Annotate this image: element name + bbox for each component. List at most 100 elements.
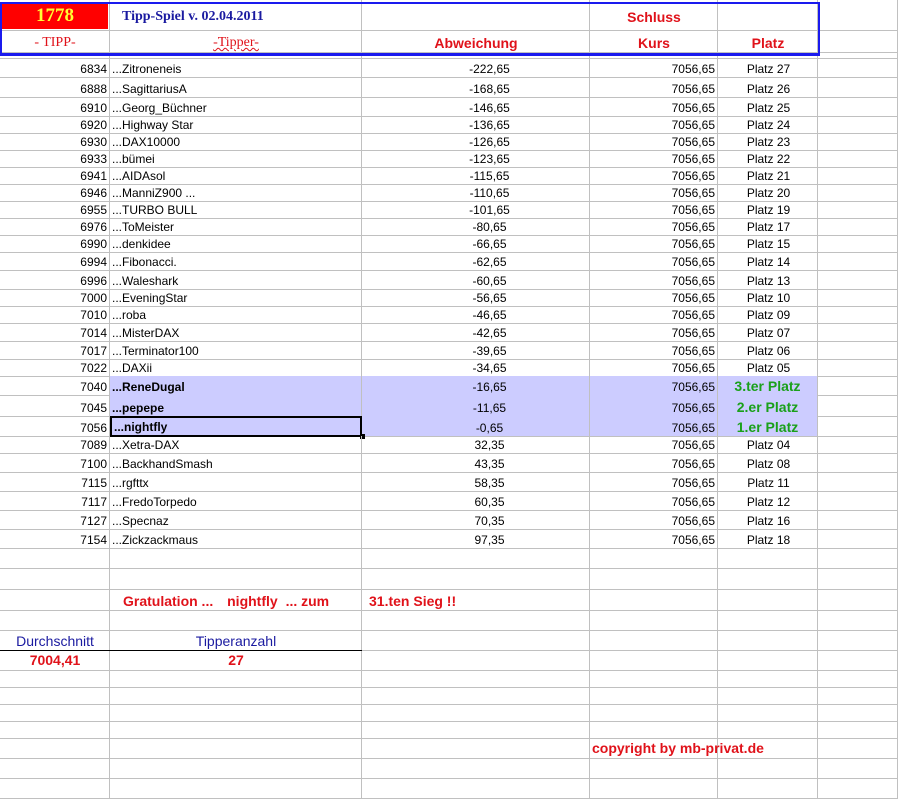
rank-cell[interactable]: Platz 25 xyxy=(718,97,818,117)
closing-price-cell[interactable]: 7056,65 xyxy=(590,252,718,271)
rank-cell[interactable]: Platz 20 xyxy=(718,184,818,202)
tipper-name-cell[interactable]: ...TURBO BULL xyxy=(110,201,362,219)
rank-cell[interactable]: Platz 19 xyxy=(718,201,818,219)
deviation-cell[interactable]: -46,65 xyxy=(362,306,590,324)
tipp-cell[interactable]: 7154 xyxy=(0,529,110,549)
tipp-cell[interactable]: 7022 xyxy=(0,359,110,377)
deviation-cell[interactable]: -80,65 xyxy=(362,218,590,236)
closing-price-cell[interactable]: 7056,65 xyxy=(590,376,718,396)
tipper-name-cell[interactable]: ...Terminator100 xyxy=(110,341,362,360)
closing-price-cell[interactable]: 7056,65 xyxy=(590,323,718,342)
tipp-cell[interactable]: 6955 xyxy=(0,201,110,219)
rank-cell[interactable]: Platz 24 xyxy=(718,116,818,134)
deviation-cell[interactable]: 43,35 xyxy=(362,453,590,473)
deviation-cell[interactable]: -168,65 xyxy=(362,77,590,98)
closing-price-cell[interactable]: 7056,65 xyxy=(590,133,718,151)
closing-price-cell[interactable]: 7056,65 xyxy=(590,510,718,530)
rank-cell[interactable]: Platz 09 xyxy=(718,306,818,324)
tipper-name-cell[interactable]: ...Specnaz xyxy=(110,510,362,530)
tipper-name-cell[interactable]: ...Zitroneneis xyxy=(110,58,362,78)
deviation-cell[interactable]: -101,65 xyxy=(362,201,590,219)
rank-cell[interactable]: Platz 27 xyxy=(718,58,818,78)
tipper-name-cell[interactable]: ...DAX10000 xyxy=(110,133,362,151)
closing-price-cell[interactable]: 7056,65 xyxy=(590,167,718,185)
tipp-cell[interactable]: 7040 xyxy=(0,376,110,396)
tipp-cell[interactable]: 6996 xyxy=(0,270,110,290)
tipper-name-cell[interactable]: ...Waleshark xyxy=(110,270,362,290)
tipp-cell[interactable]: 7089 xyxy=(0,436,110,454)
tipp-cell[interactable]: 7014 xyxy=(0,323,110,342)
rank-cell[interactable]: Platz 21 xyxy=(718,167,818,185)
tipp-cell[interactable]: 7017 xyxy=(0,341,110,360)
closing-price-cell[interactable]: 7056,65 xyxy=(590,395,718,417)
tipp-cell[interactable]: 7045 xyxy=(0,395,110,417)
deviation-cell[interactable]: -0,65 xyxy=(362,416,590,437)
closing-price-cell[interactable]: 7056,65 xyxy=(590,270,718,290)
closing-price-cell[interactable]: 7056,65 xyxy=(590,306,718,324)
rank-cell[interactable]: Platz 16 xyxy=(718,510,818,530)
deviation-cell[interactable]: -126,65 xyxy=(362,133,590,151)
rank-cell[interactable]: Platz 13 xyxy=(718,270,818,290)
tipp-cell[interactable]: 7000 xyxy=(0,289,110,307)
tipper-name-cell[interactable]: ...Zickzackmaus xyxy=(110,529,362,549)
tipper-name-cell[interactable]: ...DAXii xyxy=(110,359,362,377)
tipper-name-cell[interactable]: ...roba xyxy=(110,306,362,324)
deviation-cell[interactable]: -11,65 xyxy=(362,395,590,417)
closing-price-cell[interactable]: 7056,65 xyxy=(590,116,718,134)
deviation-cell[interactable]: -110,65 xyxy=(362,184,590,202)
closing-price-cell[interactable]: 7056,65 xyxy=(590,491,718,511)
rank-cell[interactable]: Platz 18 xyxy=(718,529,818,549)
tipper-name-cell[interactable]: ...Xetra-DAX xyxy=(110,436,362,454)
deviation-cell[interactable]: -42,65 xyxy=(362,323,590,342)
closing-price-cell[interactable]: 7056,65 xyxy=(590,201,718,219)
tipp-cell[interactable]: 6910 xyxy=(0,97,110,117)
tipp-cell[interactable]: 6941 xyxy=(0,167,110,185)
deviation-cell[interactable]: -16,65 xyxy=(362,376,590,396)
rank-cell[interactable]: Platz 17 xyxy=(718,218,818,236)
tipper-name-cell[interactable]: ...ToMeister xyxy=(110,218,362,236)
closing-price-cell[interactable]: 7056,65 xyxy=(590,341,718,360)
tipper-name-cell[interactable]: ...SagittariusA xyxy=(110,77,362,98)
tipper-name-cell[interactable]: ...nightfly xyxy=(110,416,362,437)
tipp-cell[interactable]: 6888 xyxy=(0,77,110,98)
tipp-cell[interactable]: 7115 xyxy=(0,472,110,492)
rank-cell[interactable]: Platz 08 xyxy=(718,453,818,473)
tipper-name-cell[interactable]: ...denkidee xyxy=(110,235,362,253)
tipp-cell[interactable]: 7127 xyxy=(0,510,110,530)
deviation-cell[interactable]: -34,65 xyxy=(362,359,590,377)
rank-cell[interactable]: Platz 11 xyxy=(718,472,818,492)
tipp-cell[interactable]: 6946 xyxy=(0,184,110,202)
closing-price-cell[interactable]: 7056,65 xyxy=(590,359,718,377)
deviation-cell[interactable]: 97,35 xyxy=(362,529,590,549)
rank-cell[interactable]: Platz 12 xyxy=(718,491,818,511)
deviation-cell[interactable]: 60,35 xyxy=(362,491,590,511)
rank-cell[interactable]: 1.er Platz xyxy=(718,416,818,437)
rank-cell[interactable]: Platz 23 xyxy=(718,133,818,151)
closing-price-cell[interactable]: 7056,65 xyxy=(590,150,718,168)
closing-price-cell[interactable]: 7056,65 xyxy=(590,58,718,78)
closing-price-cell[interactable]: 7056,65 xyxy=(590,289,718,307)
tipper-name-cell[interactable]: ...pepepe xyxy=(110,395,362,417)
rank-cell[interactable]: Platz 10 xyxy=(718,289,818,307)
tipper-name-cell[interactable]: ...EveningStar xyxy=(110,289,362,307)
rank-cell[interactable]: Platz 07 xyxy=(718,323,818,342)
deviation-cell[interactable]: -66,65 xyxy=(362,235,590,253)
tipper-name-cell[interactable]: ...BackhandSmash xyxy=(110,453,362,473)
tipp-cell[interactable]: 7117 xyxy=(0,491,110,511)
deviation-cell[interactable]: 32,35 xyxy=(362,436,590,454)
deviation-cell[interactable]: -136,65 xyxy=(362,116,590,134)
closing-price-cell[interactable]: 7056,65 xyxy=(590,529,718,549)
deviation-cell[interactable]: -62,65 xyxy=(362,252,590,271)
rank-cell[interactable]: 2.er Platz xyxy=(718,395,818,417)
rank-cell[interactable]: Platz 05 xyxy=(718,359,818,377)
rank-cell[interactable]: Platz 06 xyxy=(718,341,818,360)
tipper-name-cell[interactable]: ...ManniZ900 ... xyxy=(110,184,362,202)
tipper-name-cell[interactable]: ...Highway Star xyxy=(110,116,362,134)
closing-price-cell[interactable]: 7056,65 xyxy=(590,453,718,473)
tipper-name-cell[interactable]: ...bümei xyxy=(110,150,362,168)
deviation-cell[interactable]: -146,65 xyxy=(362,97,590,117)
tipper-name-cell[interactable]: ...MisterDAX xyxy=(110,323,362,342)
tipp-cell[interactable]: 6933 xyxy=(0,150,110,168)
tipper-name-cell[interactable]: ...AIDAsol xyxy=(110,167,362,185)
closing-price-cell[interactable]: 7056,65 xyxy=(590,218,718,236)
